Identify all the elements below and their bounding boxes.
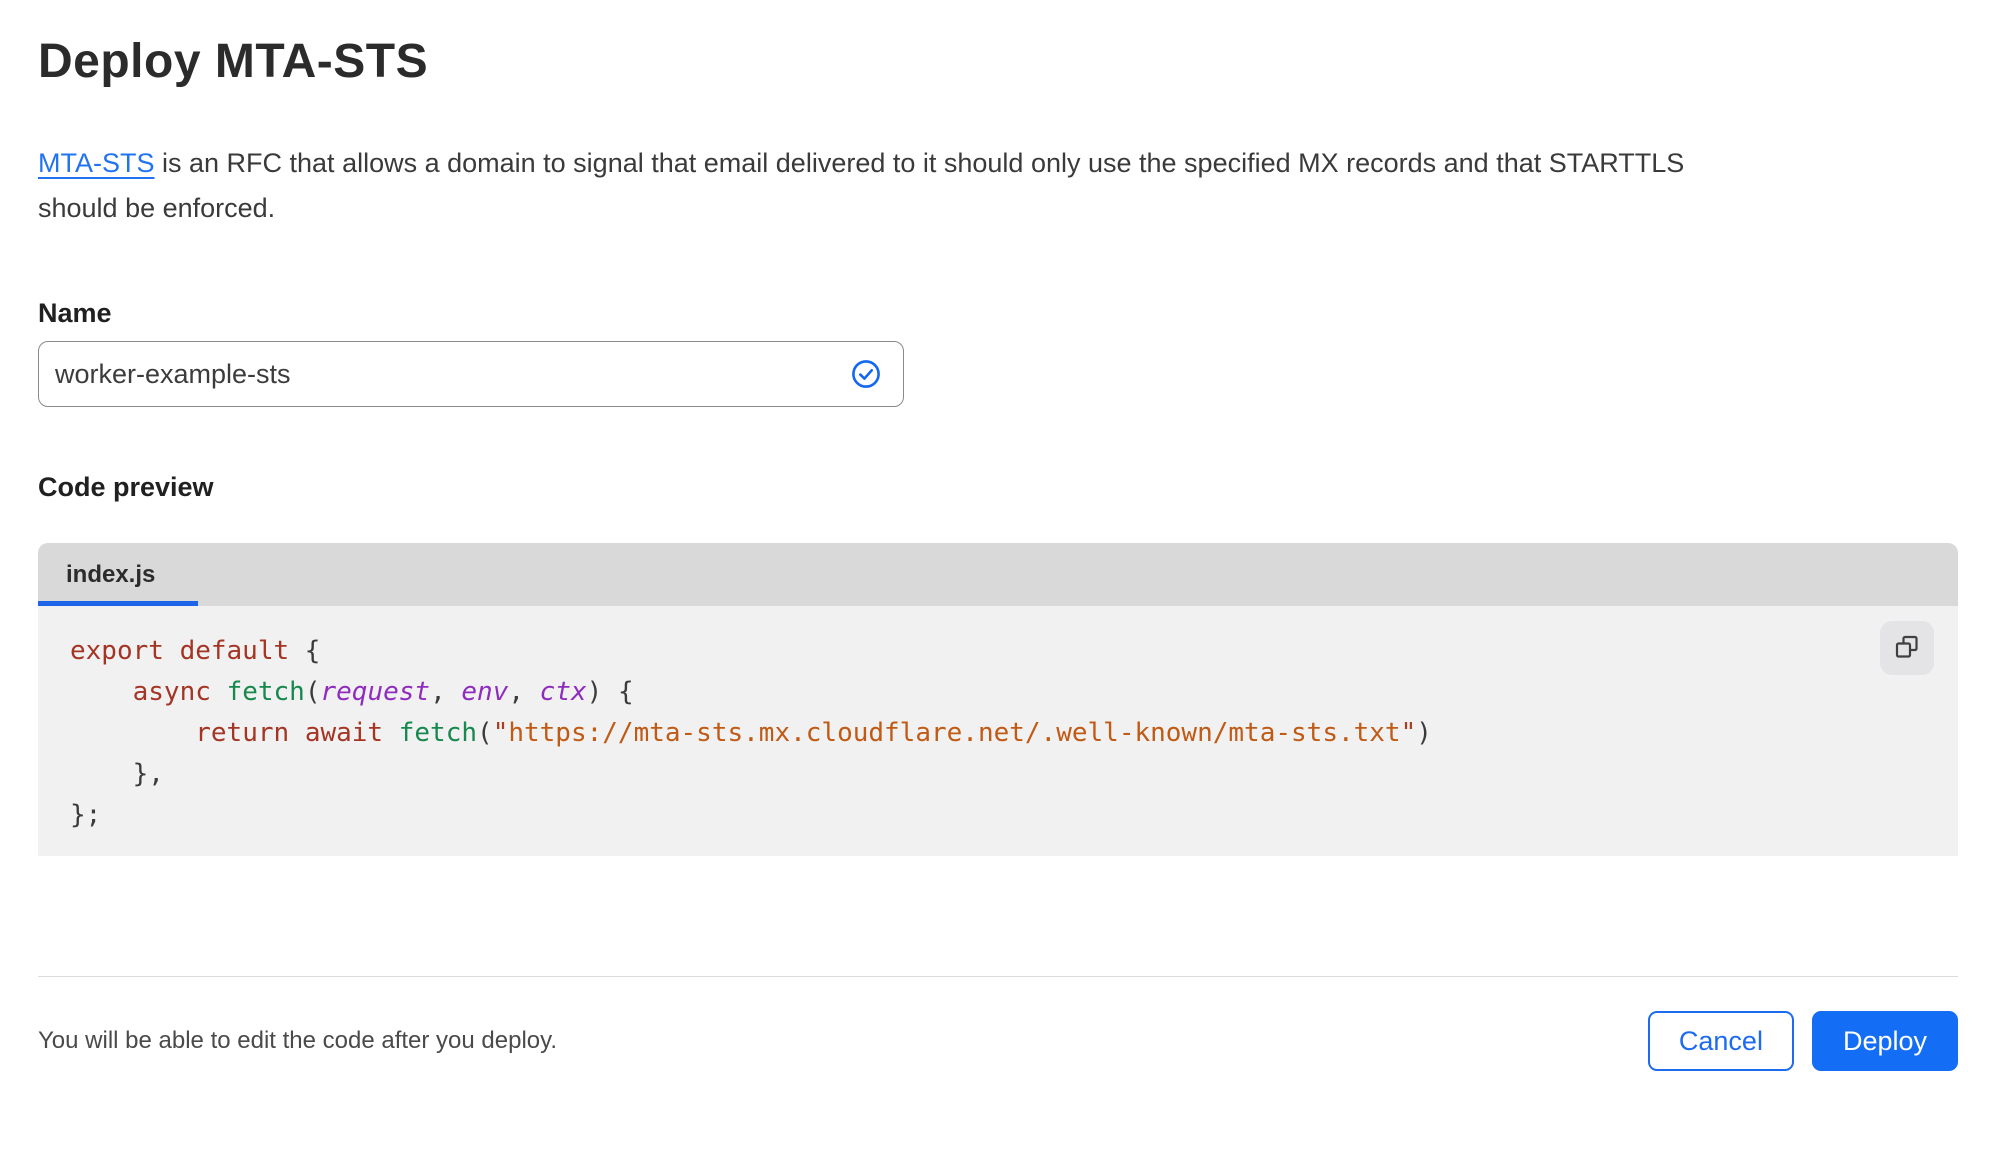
- code-editor-area: export default { async fetch(request, en…: [38, 606, 1958, 856]
- intro-line1: is an RFC that allows a domain to signal…: [154, 148, 1685, 178]
- name-label: Name: [38, 298, 112, 328]
- code-preview-label: Code preview: [38, 472, 214, 502]
- cancel-button[interactable]: Cancel: [1647, 1011, 1794, 1071]
- footer-actions: Cancel Deploy: [1647, 1011, 1958, 1071]
- check-circle-icon: [851, 359, 881, 389]
- copy-code-button[interactable]: [1880, 621, 1934, 675]
- name-input[interactable]: [38, 341, 904, 407]
- intro-line2: should be enforced.: [38, 193, 276, 223]
- deploy-mta-sts-page: Deploy MTA-STS MTA-STS is an RFC that al…: [0, 34, 1999, 1071]
- code-tabbar: index.js: [38, 543, 1958, 606]
- code-preview-card: index.js export default { async fetch(re…: [38, 543, 1958, 856]
- mta-sts-link[interactable]: MTA-STS: [38, 148, 155, 178]
- page-title: Deploy MTA-STS: [38, 35, 429, 88]
- copy-icon: [1893, 633, 1921, 664]
- name-input-wrap: [38, 341, 904, 407]
- tab-label: index.js: [66, 560, 156, 588]
- code-content: export default { async fetch(request, en…: [70, 636, 1432, 830]
- footer-bar: You will be able to edit the code after …: [38, 977, 1958, 1071]
- deploy-note: You will be able to edit the code after …: [38, 1027, 558, 1054]
- intro-paragraph: MTA-STS is an RFC that allows a domain t…: [38, 141, 1948, 231]
- tab-index-js[interactable]: index.js: [38, 543, 198, 606]
- deploy-button[interactable]: Deploy: [1811, 1011, 1958, 1071]
